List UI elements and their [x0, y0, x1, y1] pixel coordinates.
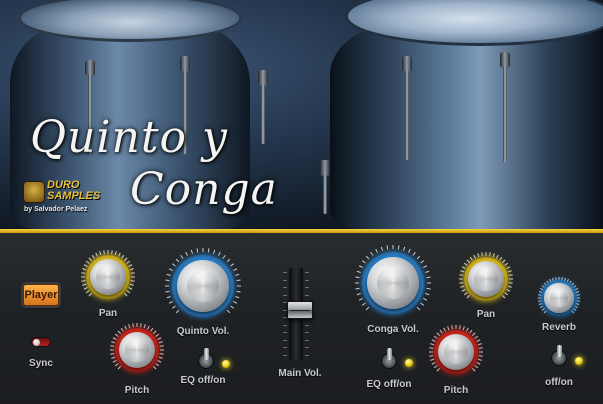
reverb-label: Reverb	[542, 322, 576, 333]
fader-tick	[283, 324, 287, 326]
reverb-led	[575, 357, 583, 365]
fader-tick	[283, 339, 287, 341]
player-button[interactable]: Player	[23, 284, 59, 306]
fader-tick	[305, 279, 309, 281]
quinto-eq-label: EQ off/on	[180, 375, 226, 386]
conga-volume-knob[interactable]	[354, 244, 432, 322]
title-line-2: Conga	[130, 164, 278, 215]
plugin-window: Quinto y Conga DURO SAMPLES by Salvador …	[0, 0, 603, 404]
main-volume-fader[interactable]	[287, 301, 313, 320]
main-volume-label: Main Vol.	[278, 368, 322, 379]
quinto-pan-label: Pan	[98, 308, 118, 319]
conga-eq-led	[405, 359, 413, 367]
fader-tick	[305, 332, 309, 333]
duro-samples-drum-icon	[23, 181, 45, 203]
header-photo: Quinto y Conga DURO SAMPLES by Salvador …	[0, 0, 603, 229]
reverb-switch-label: off/on	[545, 377, 573, 388]
fader-tick	[283, 332, 287, 333]
conga-eq-label: EQ off/on	[366, 379, 412, 390]
conga-pan-label: Pan	[476, 309, 496, 320]
logo-line-2: SAMPLES	[47, 190, 101, 202]
fader-tick	[305, 354, 309, 356]
knob-cap	[544, 283, 574, 313]
fader-tick	[305, 294, 309, 296]
conga-eq-switch[interactable]	[381, 348, 397, 369]
fader-tick	[305, 272, 309, 273]
quinto-volume-label: Quinto Vol.	[176, 326, 230, 337]
logo-text: DURO SAMPLES	[47, 180, 100, 202]
conga-volume-label: Conga Vol.	[367, 324, 419, 335]
sync-toggle[interactable]	[31, 337, 51, 347]
quinto-pan-knob[interactable]	[80, 249, 136, 305]
fader-tick	[305, 347, 309, 348]
knob-cap	[367, 257, 419, 309]
quinto-eq-led	[222, 360, 230, 368]
fader-tick	[305, 339, 309, 341]
conga-pitch-label: Pitch	[443, 385, 469, 396]
conga-drum	[330, 24, 603, 229]
byline: by Salvador Pelaez	[24, 206, 88, 213]
fader-tick	[283, 272, 287, 273]
fader-tick	[283, 354, 287, 356]
reverb-knob[interactable]	[537, 276, 581, 320]
quinto-eq-switch[interactable]	[198, 348, 214, 369]
quinto-volume-knob[interactable]	[164, 247, 242, 325]
conga-pitch-knob[interactable]	[428, 324, 484, 380]
fader-tick	[305, 324, 309, 326]
quinto-pitch-knob[interactable]	[109, 322, 165, 378]
quinto-pitch-label: Pitch	[124, 385, 150, 396]
knob-cap	[177, 260, 229, 312]
conga-pan-knob[interactable]	[458, 251, 514, 307]
fader-tick	[283, 294, 287, 296]
title-line-1: Quinto y	[30, 112, 228, 163]
fader-tick	[283, 347, 287, 348]
sync-label: Sync	[29, 358, 53, 369]
fader-tick	[283, 279, 287, 281]
fader-tick	[283, 287, 287, 288]
reverb-switch[interactable]	[551, 345, 567, 366]
fader-tick	[305, 287, 309, 288]
